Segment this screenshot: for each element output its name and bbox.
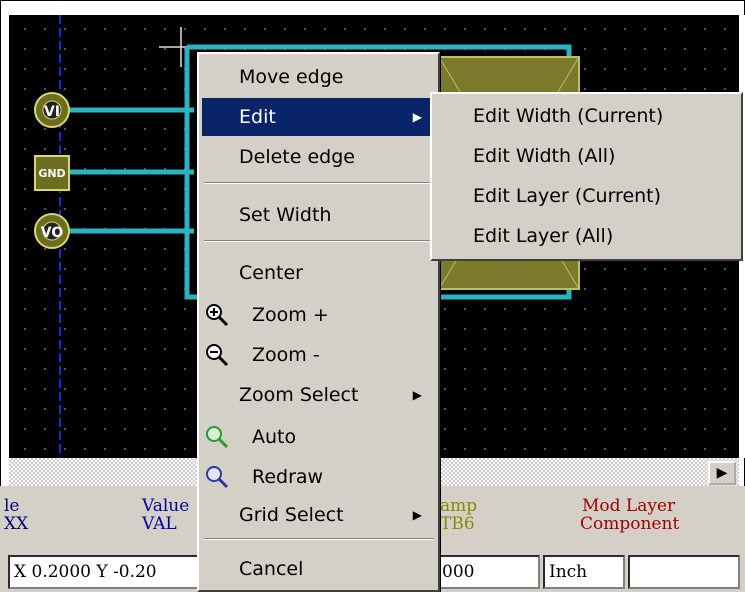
menu-item-redraw[interactable]: Redraw xyxy=(202,458,436,496)
scroll-right-button[interactable]: ▶ xyxy=(708,461,736,485)
extra-field xyxy=(628,555,740,589)
menu-separator xyxy=(204,240,434,242)
submenu-arrow-icon: ▶ xyxy=(412,508,422,522)
menu-item-label: Zoom - xyxy=(252,344,320,366)
menu-item-label: Set Width xyxy=(239,204,332,226)
menu-item-edit[interactable]: Edit ▶ xyxy=(202,98,436,136)
menu-item-label: Move edge xyxy=(239,66,344,88)
zoom-in-icon xyxy=(206,304,229,327)
status-value-label: Value xyxy=(142,496,190,516)
menu-item-zoom-in[interactable]: Zoom + xyxy=(202,296,436,334)
submenu-item-edit-width-current[interactable]: Edit Width (Current) xyxy=(435,97,737,135)
menu-item-grid-select[interactable]: Grid Select ▶ xyxy=(202,496,436,534)
menu-item-zoom-out[interactable]: Zoom - xyxy=(202,336,436,374)
menu-separator xyxy=(204,182,434,184)
menu-item-label: Center xyxy=(239,262,303,284)
submenu-item-edit-layer-all[interactable]: Edit Layer (All) xyxy=(435,217,737,255)
menu-separator xyxy=(204,538,434,540)
status-col3-bottom: TB6 xyxy=(440,514,475,534)
submenu-item-label: Edit Layer (Current) xyxy=(473,185,662,207)
mod-layer-label: Mod Layer xyxy=(582,496,676,516)
edit-submenu: Edit Width (Current) Edit Width (All) Ed… xyxy=(430,92,743,261)
delta-field: 000 xyxy=(436,555,540,589)
submenu-item-label: Edit Layer (All) xyxy=(473,225,614,247)
menu-item-zoom-select[interactable]: Zoom Select ▶ xyxy=(202,376,436,414)
submenu-arrow-icon: ▶ xyxy=(412,110,422,124)
zoom-out-icon xyxy=(206,344,229,367)
menu-item-label: Auto xyxy=(252,426,297,448)
pad-vo-label: VO xyxy=(41,225,64,241)
status-col3-top: amp xyxy=(440,496,478,516)
menu-item-set-width[interactable]: Set Width xyxy=(202,196,436,234)
menu-item-label: Zoom + xyxy=(252,304,329,326)
menu-item-auto[interactable]: Auto xyxy=(202,418,436,456)
menu-item-delete-edge[interactable]: Delete edge xyxy=(202,138,436,176)
menu-item-label: Redraw xyxy=(252,466,324,488)
submenu-item-label: Edit Width (All) xyxy=(473,145,616,167)
redraw-icon xyxy=(206,466,229,489)
submenu-item-edit-layer-current[interactable]: Edit Layer (Current) xyxy=(435,177,737,215)
context-menu: Move edge Edit ▶ Delete edge Set Width Ce… xyxy=(197,52,440,592)
pad-gnd-label: GND xyxy=(38,167,65,180)
status-col1-top: le xyxy=(4,496,20,516)
menu-item-move-edge[interactable]: Move edge xyxy=(202,58,436,96)
menu-item-label: Delete edge xyxy=(239,146,355,168)
menu-item-label: Zoom Select xyxy=(239,384,359,406)
submenu-item-label: Edit Width (Current) xyxy=(473,105,664,127)
submenu-arrow-icon: ▶ xyxy=(412,388,422,402)
units-field: Inch xyxy=(543,555,625,589)
mod-layer-value: Component xyxy=(580,514,680,534)
status-value-text: VAL xyxy=(142,514,177,534)
menu-item-label: Grid Select xyxy=(239,504,344,526)
menu-item-center[interactable]: Center xyxy=(202,254,436,292)
menu-item-label: Edit xyxy=(239,106,276,128)
pad-vi-label: VI xyxy=(44,104,60,120)
status-col1-bottom: XX xyxy=(4,514,29,534)
menu-item-label: Cancel xyxy=(239,558,304,580)
menu-item-cancel[interactable]: Cancel xyxy=(202,550,436,588)
submenu-item-edit-width-all[interactable]: Edit Width (All) xyxy=(435,137,737,175)
zoom-auto-icon xyxy=(206,426,229,449)
coords-field: X 0.2000 Y -0.20 xyxy=(8,555,200,589)
arrow-right-icon: ▶ xyxy=(716,465,728,481)
